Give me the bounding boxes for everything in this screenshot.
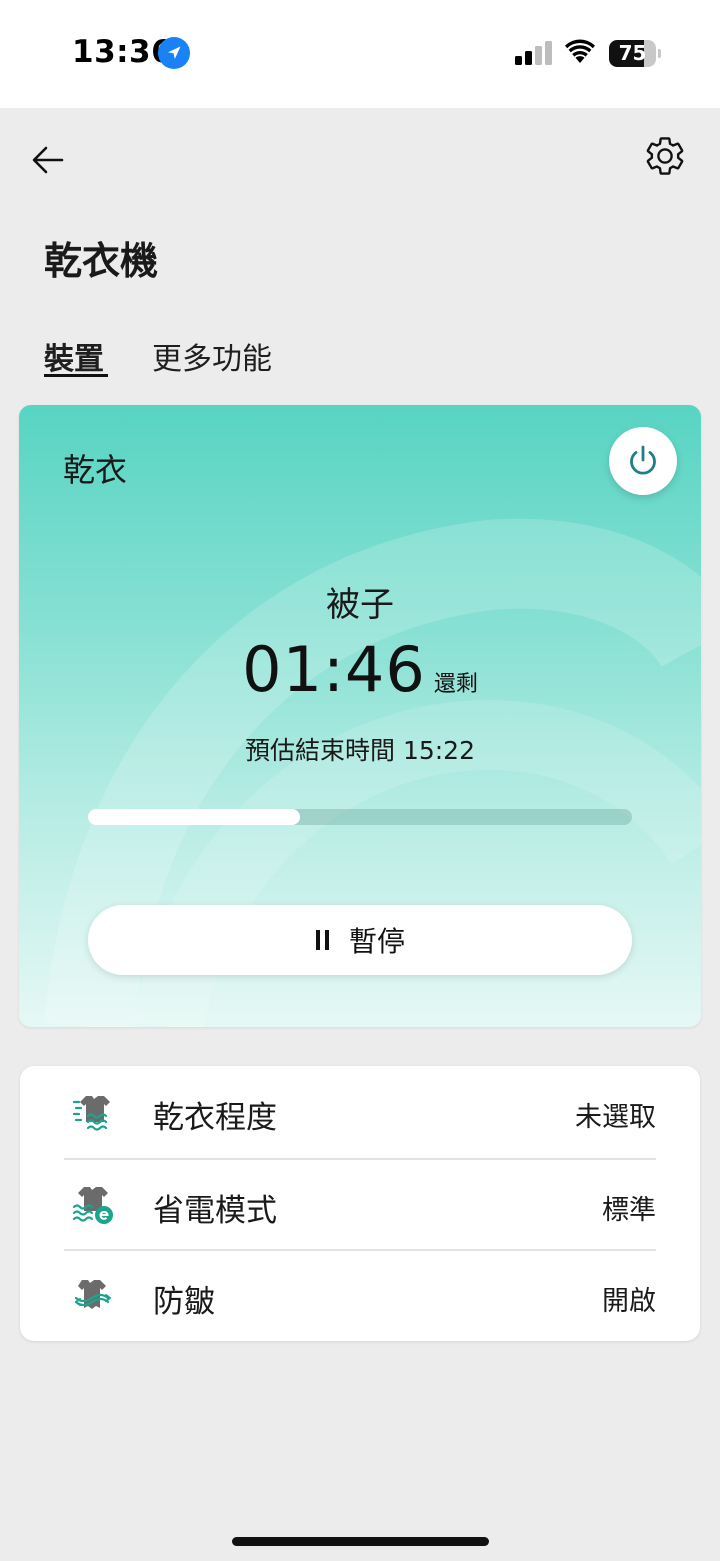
anti-wrinkle-icon <box>74 1280 111 1309</box>
setting-value: 開啟 <box>602 1286 656 1317</box>
arrow-left-icon <box>32 146 64 174</box>
progress-bar <box>88 809 632 825</box>
location-arrow-icon <box>158 37 190 69</box>
mode-label: 乾衣 <box>63 451 128 489</box>
battery-indicator: 75 <box>609 40 661 67</box>
setting-label: 防皺 <box>153 1284 215 1320</box>
setting-row-anti-wrinkle[interactable]: 防皺 開啟 <box>20 1250 700 1341</box>
tab-active-underline <box>44 374 108 377</box>
power-icon <box>630 445 656 475</box>
setting-label: 省電模式 <box>153 1193 277 1229</box>
program-name: 被子 <box>326 585 394 625</box>
setting-row-eco-mode[interactable]: 省電模式 標準 <box>20 1159 700 1250</box>
settings-list: 乾衣程度 未選取 省電模式 標準 防皺 開啟 <box>20 1066 700 1341</box>
setting-row-dry-level[interactable]: 乾衣程度 未選取 <box>20 1066 700 1157</box>
settings-button[interactable] <box>643 134 687 178</box>
tab-device[interactable]: 裝置 <box>44 334 104 378</box>
page-title: 乾衣機 <box>44 239 159 283</box>
pause-icon <box>315 930 331 950</box>
setting-label: 乾衣程度 <box>153 1100 277 1136</box>
remaining-time: 01:46 <box>242 633 426 706</box>
remaining-suffix: 還剩 <box>433 672 478 697</box>
setting-value: 未選取 <box>575 1102 656 1133</box>
setting-value: 標準 <box>602 1195 656 1226</box>
tab-more-functions[interactable]: 更多功能 <box>152 334 272 378</box>
power-button[interactable] <box>609 427 677 495</box>
eco-mode-icon <box>72 1187 113 1224</box>
battery-level-text: 75 <box>618 41 647 65</box>
back-button[interactable] <box>28 140 68 180</box>
pause-label: 暫停 <box>348 925 405 958</box>
wifi-icon <box>565 39 595 63</box>
status-bar: 13:36 75 <box>0 0 720 108</box>
cellular-signal-icon <box>515 41 552 65</box>
progress-fill <box>88 809 301 825</box>
home-indicator <box>232 1537 489 1546</box>
gear-icon <box>646 137 684 175</box>
pause-button[interactable]: 暫停 <box>88 905 632 975</box>
dry-level-icon <box>72 1096 110 1131</box>
estimated-end-time: 預估結束時間 15:22 <box>245 736 475 765</box>
dryer-status-card: 乾衣 被子 01:46 還剩 預估結束時間 15:22 暫停 <box>19 405 701 1027</box>
remaining-time-row: 01:46 還剩 <box>19 633 701 706</box>
